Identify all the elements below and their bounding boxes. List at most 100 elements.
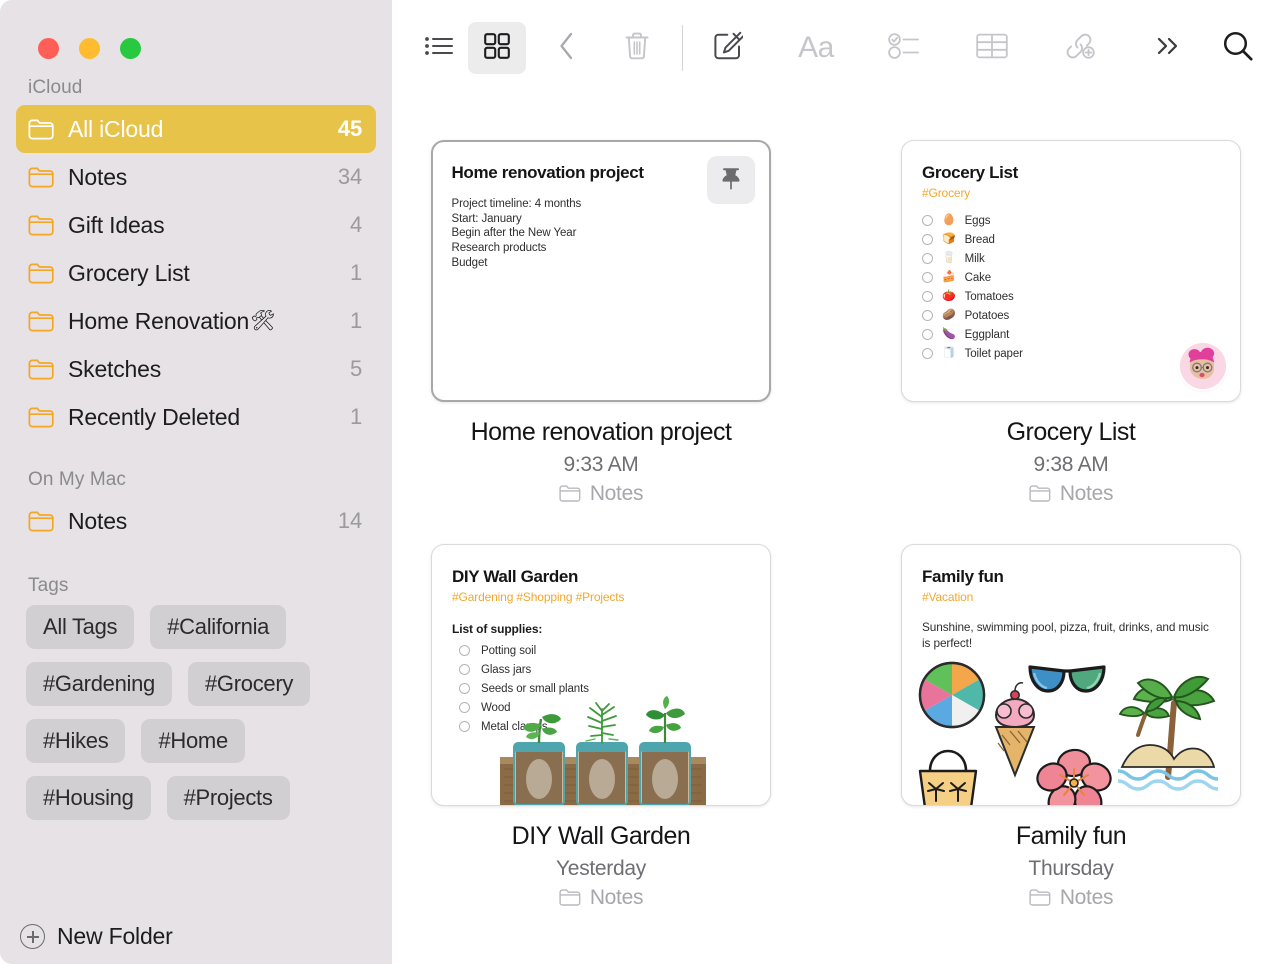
sidebar-item-label: Gift Ideas [68, 211, 165, 238]
zoom-button[interactable] [120, 38, 141, 59]
folder-icon [28, 359, 54, 380]
tag-chip-all-tags[interactable]: All Tags [26, 605, 135, 649]
new-note-button[interactable] [699, 22, 757, 74]
note-caption-folder-label: Notes [589, 885, 644, 909]
tag-chip-projects[interactable]: #Projects [166, 776, 290, 820]
checkbox-icon[interactable] [922, 215, 933, 227]
list-view-button[interactable] [410, 22, 468, 74]
note-body-line: Research products [451, 242, 547, 255]
checkbox-icon[interactable] [922, 348, 933, 360]
checklist-item[interactable]: 🍅 Tomatoes [922, 287, 1220, 306]
toilet-paper-icon: 🧻 [942, 347, 956, 360]
note-card-family-fun[interactable]: Family fun #Vacation Sunshine, swimming … [901, 543, 1241, 806]
note-card-title: Home renovation project [451, 162, 645, 182]
checklist-item-label: Bread [964, 233, 995, 246]
chevron-double-right-icon [1154, 35, 1182, 62]
checklist-item[interactable]: 🥔 Potatoes [922, 306, 1220, 325]
checkbox-icon[interactable] [922, 310, 933, 322]
new-folder-button[interactable]: New Folder [20, 923, 173, 950]
checklist-item[interactable]: 🥚 Eggs [922, 211, 1220, 230]
checklist-item[interactable]: 🍰 Cake [922, 268, 1220, 287]
tag-chip-home[interactable]: #Home [141, 719, 245, 763]
sidebar-item-grocery-list[interactable]: Grocery List 1 [16, 249, 376, 297]
collaborator-avatar[interactable] [1180, 343, 1226, 389]
main-content: Aa Home renovation project Project timel… [392, 0, 1280, 964]
note-cell: Family fun #Vacation Sunshine, swimming … [901, 543, 1241, 910]
note-caption: DIY Wall Garden Yesterday Notes [512, 822, 691, 910]
sidebar-item-all-icloud[interactable]: All iCloud 45 [16, 105, 376, 153]
checkbox-icon[interactable] [922, 253, 933, 265]
checkbox-icon[interactable] [922, 291, 933, 303]
checklist-item[interactable]: Potting soil [452, 641, 750, 660]
pin-badge[interactable] [707, 156, 755, 204]
sidebar-item-sketches[interactable]: Sketches 5 [16, 345, 376, 393]
sidebar-item-home-renovation[interactable]: Home Renovation 🛠 1 [16, 297, 376, 345]
sidebar-item-notes[interactable]: Notes 34 [16, 153, 376, 201]
note-card-tags: #Grocery [922, 186, 971, 201]
note-caption-folder: Notes [1016, 886, 1126, 910]
checklist-item[interactable]: 🥛 Milk [922, 249, 1220, 268]
checkbox-icon[interactable] [459, 664, 470, 676]
note-caption-date: Yesterday [556, 856, 646, 880]
sidebar-item-gift-ideas[interactable]: Gift Ideas 4 [16, 201, 376, 249]
note-card-home-renovation-project[interactable]: Home renovation project Project timeline… [431, 140, 771, 402]
milk-icon: 🥛 [942, 252, 956, 265]
checklist-button[interactable] [875, 22, 933, 74]
note-caption-folder-label: Notes [1059, 885, 1114, 909]
table-button[interactable] [963, 22, 1021, 74]
note-cell: Home renovation project Project timeline… [431, 140, 771, 506]
note-caption-date: 9:33 AM [563, 452, 639, 476]
folder-icon [28, 407, 54, 428]
checklist-item[interactable]: 🍞 Bread [922, 230, 1220, 249]
eggplant-icon: 🍆 [942, 328, 956, 341]
minimize-button[interactable] [79, 38, 100, 59]
checkbox-icon[interactable] [459, 645, 470, 657]
note-checklist: 🥚 Eggs 🍞 Bread 🥛 Milk 🍰 Cake 🍅 Tomatoes … [922, 211, 1220, 363]
search-button[interactable] [1209, 22, 1267, 74]
note-caption: Family fun Thursday Notes [1016, 822, 1127, 910]
sidebar-item-label-text: Home Renovation [68, 307, 250, 334]
sidebar-item-count: 1 [349, 308, 362, 333]
notes-app-window: iCloud All iCloud 45 Notes 34 Gift Ideas… [0, 0, 1280, 964]
sidebar-folder-list-icloud: All iCloud 45 Notes 34 Gift Ideas 4 Groc… [0, 105, 392, 441]
delete-note-button[interactable] [608, 22, 666, 74]
gallery-view-button[interactable] [468, 22, 526, 74]
search-icon [1222, 30, 1254, 67]
note-caption-folder: Notes [512, 886, 691, 910]
checklist-item[interactable]: 🧻 Toilet paper [922, 344, 1220, 363]
tag-chip-gardening[interactable]: #Gardening [26, 662, 172, 706]
checkbox-icon[interactable] [922, 329, 933, 341]
checklist-item-label: Tomatoes [964, 290, 1014, 303]
format-button[interactable]: Aa [787, 22, 845, 74]
tag-chip-housing[interactable]: #Housing [26, 776, 151, 820]
checkbox-icon[interactable] [459, 683, 470, 695]
sidebar-item-count: 4 [349, 212, 362, 237]
checkbox-icon[interactable] [922, 272, 933, 284]
note-card-paragraph: Sunshine, swimming pool, pizza, fruit, d… [922, 620, 1209, 651]
checklist-item-label: Eggs [964, 214, 991, 227]
note-caption-title: Home renovation project [470, 418, 732, 446]
folder-icon [28, 167, 54, 188]
note-card-tags: #Gardening #Shopping #Projects [452, 590, 625, 605]
tag-chip-grocery[interactable]: #Grocery [187, 662, 311, 706]
close-button[interactable] [38, 38, 59, 59]
link-icon [1064, 32, 1096, 65]
folder-icon [28, 215, 54, 236]
note-card-grocery-list[interactable]: Grocery List #Grocery 🥚 Eggs 🍞 Bread 🥛 M… [901, 140, 1241, 402]
sidebar-section-header-tags: Tags [28, 575, 69, 596]
tag-chip-california[interactable]: #California [150, 605, 287, 649]
tag-chip-hikes[interactable]: #Hikes [26, 719, 126, 763]
gallery-view-icon [483, 32, 511, 65]
folder-icon [1029, 888, 1051, 907]
checklist-item[interactable]: Glass jars [452, 660, 750, 679]
note-card-diy-wall-garden[interactable]: DIY Wall Garden #Gardening #Shopping #Pr… [431, 543, 771, 806]
add-link-button[interactable] [1051, 22, 1109, 74]
note-cell: Grocery List #Grocery 🥚 Eggs 🍞 Bread 🥛 M… [901, 140, 1241, 506]
more-options-button[interactable] [1139, 22, 1197, 74]
checklist-item[interactable]: 🍆 Eggplant [922, 325, 1220, 344]
checkbox-icon[interactable] [922, 234, 933, 246]
note-attachment-image-beach-stickers [902, 653, 1240, 805]
sidebar-item-recently-deleted[interactable]: Recently Deleted 1 [16, 393, 376, 441]
sidebar-item-on-my-mac-notes[interactable]: Notes 14 [16, 497, 376, 545]
back-button[interactable] [538, 22, 596, 74]
